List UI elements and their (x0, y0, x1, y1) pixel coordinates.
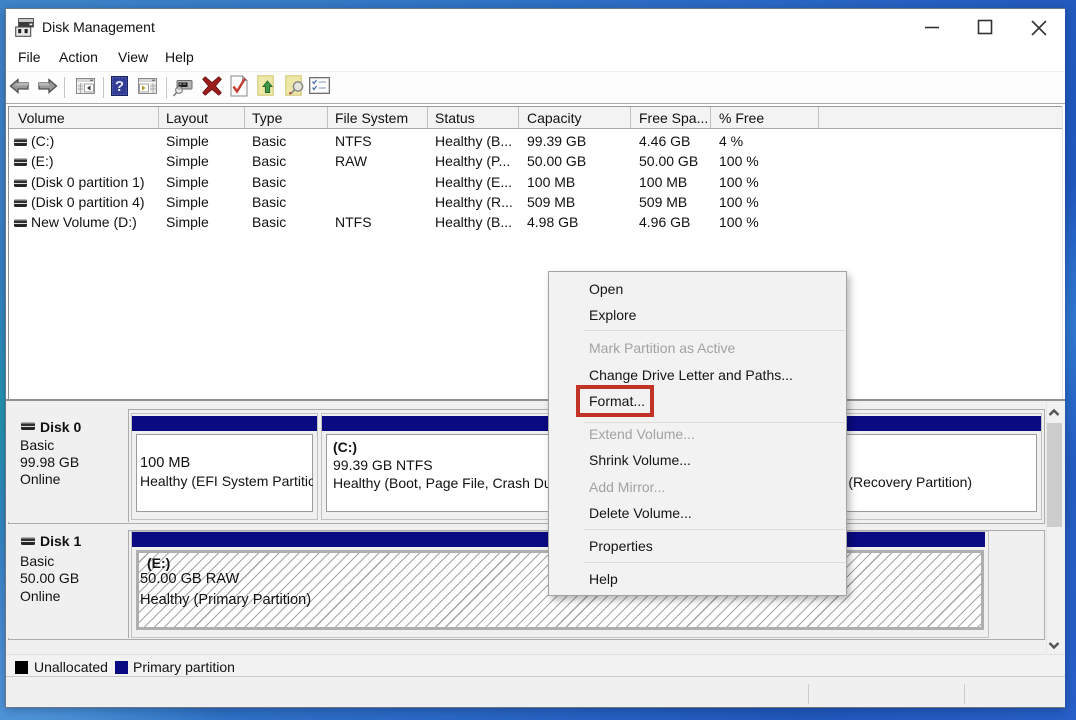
svg-text:?: ? (115, 78, 124, 95)
